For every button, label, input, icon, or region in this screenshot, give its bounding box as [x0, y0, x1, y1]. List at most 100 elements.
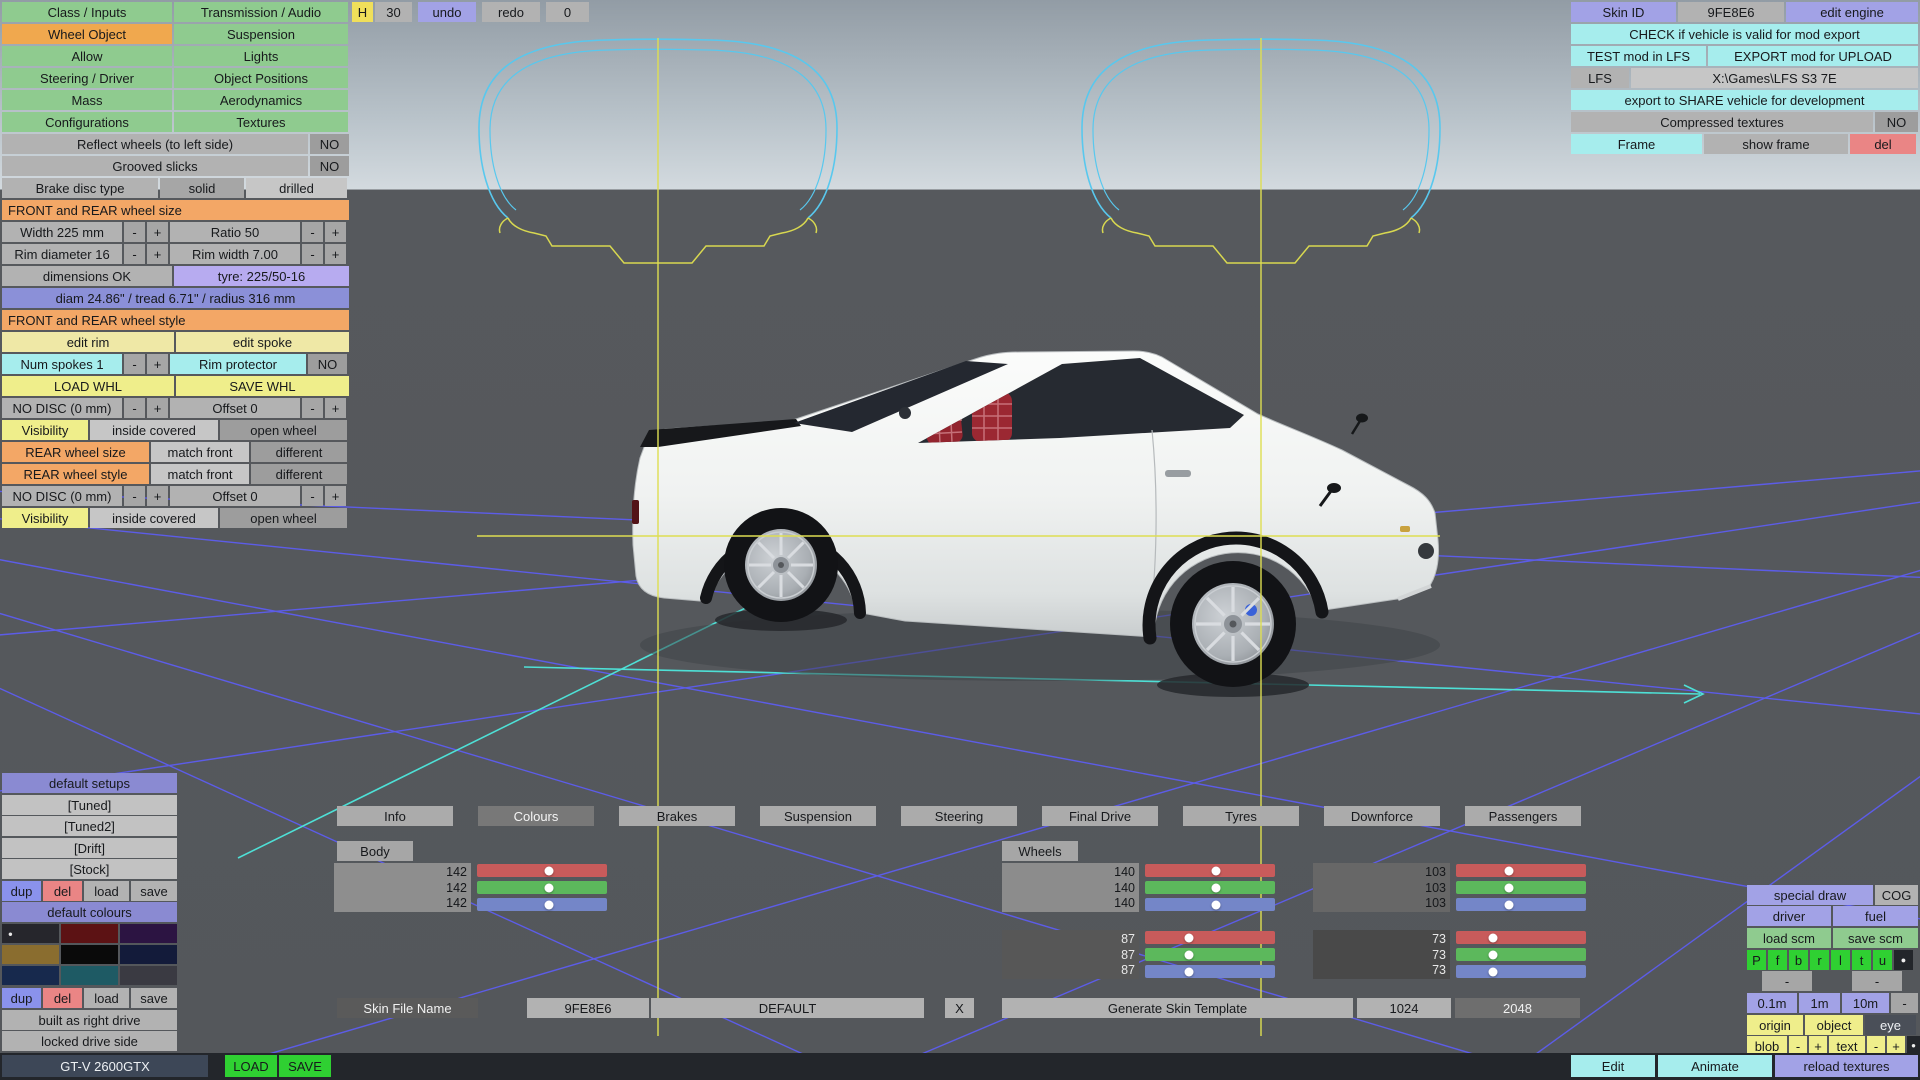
vehicle-name-button[interactable]: GT-V 2600GTX: [2, 1055, 208, 1077]
skin-clear-button[interactable]: X: [945, 998, 974, 1018]
driver-button[interactable]: driver: [1747, 906, 1831, 926]
rear-offset-minus-button[interactable]: -: [302, 486, 323, 506]
colour-swatch-4[interactable]: [2, 945, 59, 964]
wheels3-red-slider[interactable]: [1145, 931, 1275, 944]
template-1024-button[interactable]: 1024: [1357, 998, 1451, 1018]
num-spokes-minus-button[interactable]: -: [124, 354, 145, 374]
rear-offset-plus-button[interactable]: +: [325, 486, 346, 506]
rear-inside-covered-button[interactable]: inside covered: [90, 508, 218, 528]
rim-diameter-plus-button[interactable]: +: [147, 244, 168, 264]
body-blue-slider[interactable]: [477, 898, 607, 911]
history-count[interactable]: 0: [546, 2, 589, 22]
colour-swatch-9[interactable]: [120, 966, 177, 985]
colour-load-button[interactable]: load: [84, 988, 129, 1008]
slider-handle[interactable]: [1504, 900, 1513, 909]
tab-suspension[interactable]: Suspension: [760, 806, 876, 826]
colour-swatch-5[interactable]: [61, 945, 118, 964]
front-no-disc-value[interactable]: NO DISC (0 mm): [2, 398, 122, 418]
tab-passengers[interactable]: Passengers: [1465, 806, 1581, 826]
object-button[interactable]: object: [1805, 1015, 1863, 1035]
slider-handle[interactable]: [545, 900, 554, 909]
setup-tuned2[interactable]: [Tuned2]: [2, 816, 177, 836]
show-frame-button[interactable]: show frame: [1704, 134, 1848, 154]
view-minus-right-button[interactable]: -: [1852, 971, 1902, 991]
save-scm-button[interactable]: save scm: [1833, 928, 1918, 948]
slider-handle[interactable]: [1489, 967, 1498, 976]
origin-button[interactable]: origin: [1747, 1015, 1803, 1035]
menu-mass[interactable]: Mass: [2, 90, 172, 110]
compressed-textures-value[interactable]: NO: [1875, 112, 1918, 132]
view-toggle-dot[interactable]: ●: [1894, 950, 1913, 970]
rear-disc-minus-button[interactable]: -: [124, 486, 145, 506]
view-toggle-f[interactable]: f: [1768, 950, 1787, 970]
tab-final-drive[interactable]: Final Drive: [1042, 806, 1158, 826]
front-disc-plus-button[interactable]: +: [147, 398, 168, 418]
slider-handle[interactable]: [1504, 866, 1513, 875]
slider-handle[interactable]: [1212, 883, 1221, 892]
reflect-wheels-value[interactable]: NO: [310, 134, 349, 154]
fuel-button[interactable]: fuel: [1833, 906, 1918, 926]
tab-steering[interactable]: Steering: [901, 806, 1017, 826]
slider-handle[interactable]: [1185, 967, 1194, 976]
rear-style-match-front-button[interactable]: match front: [151, 464, 249, 484]
menu-suspension[interactable]: Suspension: [174, 24, 348, 44]
colour-swatch-2[interactable]: [61, 924, 118, 943]
skin-file-value[interactable]: 9FE8E6: [527, 998, 649, 1018]
slider-handle[interactable]: [545, 883, 554, 892]
wheels2-blue-slider[interactable]: [1456, 898, 1586, 911]
rim-width-value[interactable]: Rim width 7.00: [170, 244, 300, 264]
step-1m-button[interactable]: 1m: [1799, 993, 1840, 1013]
width-minus-button[interactable]: -: [124, 222, 145, 242]
wheels3-blue-slider[interactable]: [1145, 965, 1275, 978]
rim-protector-value[interactable]: NO: [308, 354, 347, 374]
rim-diameter-minus-button[interactable]: -: [124, 244, 145, 264]
built-as-right-drive-button[interactable]: built as right drive: [2, 1010, 177, 1030]
rear-size-match-front-button[interactable]: match front: [151, 442, 249, 462]
lfs-path-value[interactable]: X:\Games\LFS S3 7E: [1631, 68, 1918, 88]
setup-stock[interactable]: [Stock]: [2, 859, 177, 879]
num-spokes-plus-button[interactable]: +: [147, 354, 168, 374]
view-toggle-r[interactable]: r: [1810, 950, 1829, 970]
num-spokes-value[interactable]: Num spokes 1: [2, 354, 122, 374]
grooved-slicks-label[interactable]: Grooved slicks: [2, 156, 308, 176]
vehicle-save-button[interactable]: SAVE: [279, 1055, 331, 1077]
tab-info[interactable]: Info: [337, 806, 453, 826]
animate-mode-button[interactable]: Animate: [1658, 1055, 1772, 1077]
template-2048-button[interactable]: 2048: [1455, 998, 1580, 1018]
menu-configurations[interactable]: Configurations: [2, 112, 172, 132]
setup-save-button[interactable]: save: [131, 881, 177, 901]
front-inside-covered-button[interactable]: inside covered: [90, 420, 218, 440]
menu-aerodynamics[interactable]: Aerodynamics: [174, 90, 348, 110]
rim-diameter-value[interactable]: Rim diameter 16: [2, 244, 122, 264]
load-scm-button[interactable]: load scm: [1747, 928, 1831, 948]
slider-handle[interactable]: [1504, 883, 1513, 892]
history-h-button[interactable]: H: [352, 2, 373, 22]
step-minus-button[interactable]: -: [1891, 993, 1918, 1013]
view-minus-left-button[interactable]: -: [1762, 971, 1812, 991]
wheels2-green-slider[interactable]: [1456, 881, 1586, 894]
front-offset-plus-button[interactable]: +: [325, 398, 346, 418]
ratio-plus-button[interactable]: +: [325, 222, 346, 242]
rear-size-different-button[interactable]: different: [251, 442, 347, 462]
view-toggle-l[interactable]: l: [1831, 950, 1850, 970]
slider-handle[interactable]: [1185, 933, 1194, 942]
menu-wheel-object[interactable]: Wheel Object: [2, 24, 172, 44]
setup-load-button[interactable]: load: [84, 881, 129, 901]
slider-handle[interactable]: [1212, 900, 1221, 909]
colour-swatch-8[interactable]: [61, 966, 118, 985]
front-disc-minus-button[interactable]: -: [124, 398, 145, 418]
menu-transmission-audio[interactable]: Transmission / Audio: [174, 2, 348, 22]
history-steps[interactable]: 30: [375, 2, 412, 22]
rim-width-minus-button[interactable]: -: [302, 244, 323, 264]
reflect-wheels-label[interactable]: Reflect wheels (to left side): [2, 134, 308, 154]
menu-textures[interactable]: Textures: [174, 112, 348, 132]
compressed-textures-label[interactable]: Compressed textures: [1571, 112, 1873, 132]
front-open-wheel-button[interactable]: open wheel: [220, 420, 347, 440]
tab-colours[interactable]: Colours: [478, 806, 594, 826]
wheels4-blue-slider[interactable]: [1456, 965, 1586, 978]
wheels1-green-slider[interactable]: [1145, 881, 1275, 894]
rim-width-plus-button[interactable]: +: [325, 244, 346, 264]
width-value[interactable]: Width 225 mm: [2, 222, 122, 242]
redo-button[interactable]: redo: [482, 2, 540, 22]
frame-del-button[interactable]: del: [1850, 134, 1916, 154]
